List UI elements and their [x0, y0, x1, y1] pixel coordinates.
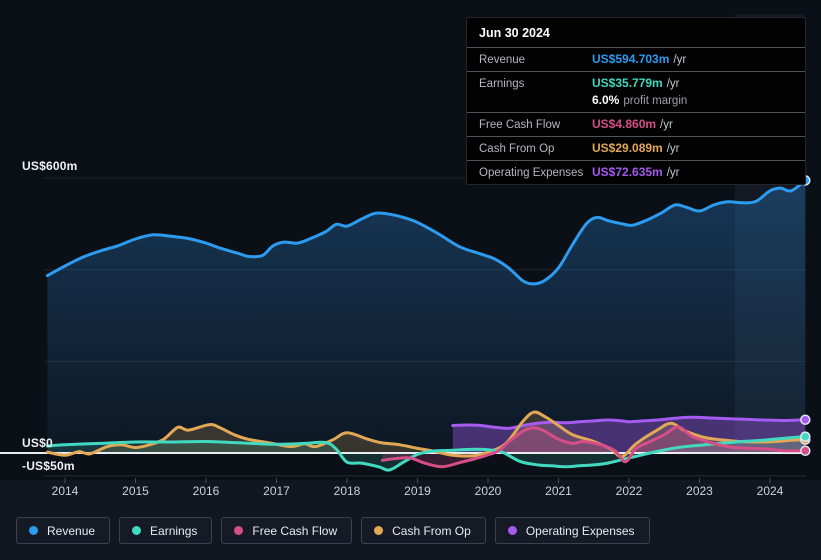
tooltip-row-value: US$29.089m [592, 141, 663, 155]
tooltip-row-suffix: /yr [666, 167, 680, 179]
y-axis-label: US$600m [22, 159, 78, 173]
tooltip-row-value: US$4.860m [592, 117, 657, 131]
tooltip-card: Jun 30 2024 Revenue US$594.703m/yr Earning… [466, 17, 806, 185]
endpoint-dot-earnings [800, 431, 811, 442]
x-axis-label: 2021 [545, 484, 572, 498]
legend-item-earnings[interactable]: Earnings [119, 517, 213, 544]
tooltip-row-operating-expenses: Operating Expenses US$72.635m/yr [467, 160, 805, 184]
tooltip-rows: Revenue US$594.703m/yr Earnings US$35.779m /… [467, 47, 805, 184]
legend-item-label: Revenue [47, 523, 96, 538]
tooltip-row-value: US$72.635m [592, 165, 663, 179]
tooltip-row-label: Earnings [479, 78, 525, 90]
endpoint-dot-free-cash-flow [800, 445, 811, 457]
x-axis-label: 2023 [686, 484, 713, 498]
tooltip-row-earnings: Earnings US$35.779m/yr 6.0% profit margin [467, 71, 805, 112]
legend-item-revenue[interactable]: Revenue [16, 517, 111, 544]
legend-item-label: Earnings [150, 523, 198, 538]
y-axis-label: US$0 [22, 436, 53, 450]
tooltip-row-value: US$594.703m [592, 52, 670, 66]
tooltip-row-revenue: Revenue US$594.703m/yr [467, 47, 805, 71]
legend-item-label: Operating Expenses [525, 523, 635, 538]
tooltip-date: Jun 30 2024 [479, 26, 550, 40]
legend-item-label: Cash From Op [392, 523, 471, 538]
tooltip-row-suffix: /yr [666, 143, 680, 155]
tooltip-row-value: US$35.779m [592, 76, 663, 90]
legend-item-free-cash-flow[interactable]: Free Cash Flow [221, 517, 353, 544]
legend-item-operating-expenses[interactable]: Operating Expenses [494, 517, 650, 544]
legend-dot-icon [132, 526, 142, 535]
tooltip-profit-margin: 6.0% profit margin [479, 92, 793, 109]
x-axis-label: 2024 [756, 484, 784, 498]
tooltip-row-suffix: /yr [666, 78, 680, 90]
x-axis-label: 2017 [263, 484, 290, 498]
tooltip-row-label: Operating Expenses [479, 167, 584, 179]
endpoint-dot-operating-expenses [800, 414, 811, 425]
tooltip-row-label: Revenue [479, 54, 526, 66]
legend-dot-icon [234, 526, 244, 535]
x-axis-label: 2014 [51, 484, 79, 498]
legend: Revenue Earnings Free Cash Flow Cash From O… [16, 517, 650, 544]
y-axis-label: -US$50m [22, 458, 75, 473]
x-axis-label: 2016 [192, 484, 220, 498]
chart-panel: US$600m US$0 -US$50m 2014 2015 2016 2017 2018 2… [0, 0, 821, 560]
legend-dot-icon [29, 526, 38, 535]
x-axis-label: 2020 [474, 484, 502, 498]
x-axis-label: 2022 [615, 484, 643, 498]
profit-margin-label: profit margin [623, 95, 688, 107]
tooltip-row-label: Free Cash Flow [479, 119, 561, 131]
legend-item-label: Free Cash Flow [252, 523, 338, 538]
tooltip-row-label: Cash From Op [479, 143, 555, 155]
tooltip-row-suffix: /yr [673, 54, 687, 66]
profit-margin-value: 6.0% [592, 93, 620, 107]
x-axis-label: 2015 [122, 484, 149, 498]
tooltip-row-free-cash-flow: Free Cash Flow US$4.860m/yr [467, 112, 805, 136]
x-axis-label: 2018 [333, 484, 361, 498]
legend-dot-icon [374, 526, 384, 535]
legend-item-cash-from-op[interactable]: Cash From Op [361, 517, 486, 544]
tooltip-row-suffix: /yr [660, 119, 673, 131]
x-axis-label: 2019 [404, 484, 431, 498]
tooltip-row-cash-from-op: Cash From Op US$29.089m/yr [467, 136, 805, 160]
legend-dot-icon [507, 526, 517, 535]
